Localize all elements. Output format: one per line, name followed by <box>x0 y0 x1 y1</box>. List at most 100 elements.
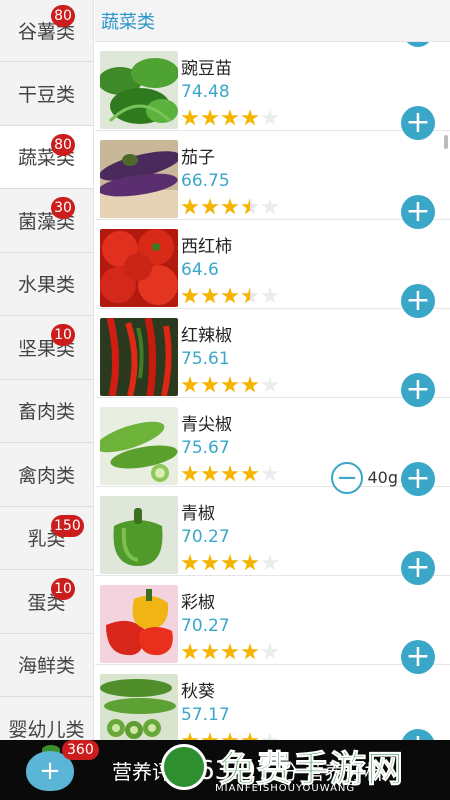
food-score: 70.27 <box>181 616 230 636</box>
star-icon <box>181 465 199 482</box>
star-icon <box>261 732 279 740</box>
category-infant[interactable]: 婴幼儿类 <box>0 697 93 740</box>
food-item[interactable]: 青椒 70.27 + <box>95 487 450 585</box>
rating-stars <box>181 732 279 740</box>
star-icon <box>241 198 259 215</box>
rating-stars <box>181 109 279 127</box>
food-item[interactable]: 青尖椒 75.67 − 40g + <box>95 398 450 496</box>
category-label: 水果类 <box>17 274 75 297</box>
category-label: 婴幼儿类 <box>8 718 85 740</box>
food-item[interactable]: 彩椒 70.27 + <box>95 576 450 674</box>
rating-stars <box>181 465 279 483</box>
food-image <box>100 229 178 307</box>
food-item[interactable]: 茄子 66.75 + <box>95 131 450 229</box>
star-icon <box>261 554 279 571</box>
food-image <box>100 496 178 574</box>
watermark-logo-icon <box>161 744 207 790</box>
star-icon <box>221 554 239 571</box>
star-icon <box>181 198 199 215</box>
star-icon <box>261 376 279 393</box>
star-icon <box>201 643 219 660</box>
category-sidebar: 谷薯类 80 干豆类 蔬菜类 80 菌藻类 30 水果类 坚果类 10 畜肉类 禽肉类 … <box>0 0 94 740</box>
food-image <box>100 674 178 740</box>
star-icon <box>181 732 199 740</box>
star-icon <box>261 643 279 660</box>
category-vegetables[interactable]: 蔬菜类 80 <box>0 125 93 189</box>
food-name: 西红柿 <box>181 237 232 257</box>
star-icon <box>201 287 219 304</box>
star-icon <box>221 465 239 482</box>
food-score: 75.67 <box>181 438 230 458</box>
watermark-subtext: MIANFEISHOUYOUWANG <box>215 783 356 794</box>
star-icon <box>181 643 199 660</box>
category-livestock-meat[interactable]: 畜肉类 <box>0 380 93 443</box>
star-icon <box>241 554 259 571</box>
star-icon <box>221 198 239 215</box>
count-badge: 150 <box>51 514 84 537</box>
star-icon <box>261 465 279 482</box>
category-nuts[interactable]: 坚果类 10 <box>0 316 93 380</box>
star-icon <box>221 643 239 660</box>
category-fruits[interactable]: 水果类 <box>0 253 93 316</box>
star-icon <box>201 198 219 215</box>
food-score: 57.17 <box>181 705 230 725</box>
star-icon <box>241 643 259 660</box>
category-eggs[interactable]: 蛋类 10 <box>0 570 93 634</box>
food-score: 66.75 <box>181 171 230 191</box>
watermark: 免费手游网 MIANFEISHOUYOUWANG <box>155 740 450 800</box>
list-scrollbar[interactable] <box>444 135 448 149</box>
star-icon <box>241 732 259 740</box>
food-image <box>100 318 178 396</box>
star-icon <box>201 376 219 393</box>
food-item[interactable]: 西红柿 64.6 + <box>95 220 450 318</box>
star-icon <box>201 554 219 571</box>
food-image <box>100 407 178 485</box>
star-icon <box>221 109 239 126</box>
rating-stars <box>181 198 279 216</box>
rating-stars <box>181 643 279 661</box>
food-item[interactable]: 秋葵 57.17 + <box>95 665 450 740</box>
food-score: 64.6 <box>181 260 219 280</box>
count-badge: 10 <box>51 324 75 346</box>
food-name: 青尖椒 <box>181 415 232 435</box>
count-badge: 30 <box>51 197 75 219</box>
food-name: 彩椒 <box>181 593 215 613</box>
food-name: 茄子 <box>181 148 215 168</box>
rating-stars <box>181 376 279 394</box>
category-label: 禽肉类 <box>17 464 75 487</box>
food-score: 70.27 <box>181 527 230 547</box>
star-icon <box>201 465 219 482</box>
add-button[interactable]: + <box>401 729 435 740</box>
food-score: 75.61 <box>181 349 230 369</box>
count-badge: 10 <box>51 578 75 600</box>
cart-count-badge: 360 <box>62 740 99 760</box>
category-seafood[interactable]: 海鲜类 <box>0 634 93 697</box>
star-icon <box>261 287 279 304</box>
bottom-bar: + 360 营养评分 63.97 分 营养分析 免费手游网 MIANFEISHO… <box>0 740 450 800</box>
food-list[interactable]: 豌豆苗 74.48 + 茄子 66.75 + 西红柿 64.6 + 红辣椒 75… <box>95 42 450 740</box>
section-title: 蔬菜类 <box>101 11 155 33</box>
quantity-value: 40g <box>367 468 398 487</box>
star-icon <box>221 287 239 304</box>
star-icon <box>241 465 259 482</box>
count-badge: 80 <box>51 133 75 156</box>
food-item[interactable]: 豌豆苗 74.48 + <box>95 42 450 140</box>
food-name: 秋葵 <box>181 682 215 702</box>
rating-stars <box>181 287 279 305</box>
star-icon <box>261 109 279 126</box>
star-icon <box>241 287 259 304</box>
star-icon <box>261 198 279 215</box>
category-fungi-algae[interactable]: 菌藻类 30 <box>0 189 93 253</box>
category-dairy[interactable]: 乳类 150 <box>0 507 93 570</box>
star-icon <box>201 732 219 740</box>
category-grains[interactable]: 谷薯类 80 <box>0 0 93 62</box>
food-image <box>100 140 178 218</box>
category-beans[interactable]: 干豆类 <box>0 62 93 126</box>
star-icon <box>181 554 199 571</box>
food-item[interactable]: 红辣椒 75.61 + <box>95 309 450 407</box>
star-icon <box>241 376 259 393</box>
star-icon <box>181 287 199 304</box>
food-name: 青椒 <box>181 504 215 524</box>
food-image <box>100 51 178 129</box>
category-poultry[interactable]: 禽肉类 <box>0 443 93 507</box>
